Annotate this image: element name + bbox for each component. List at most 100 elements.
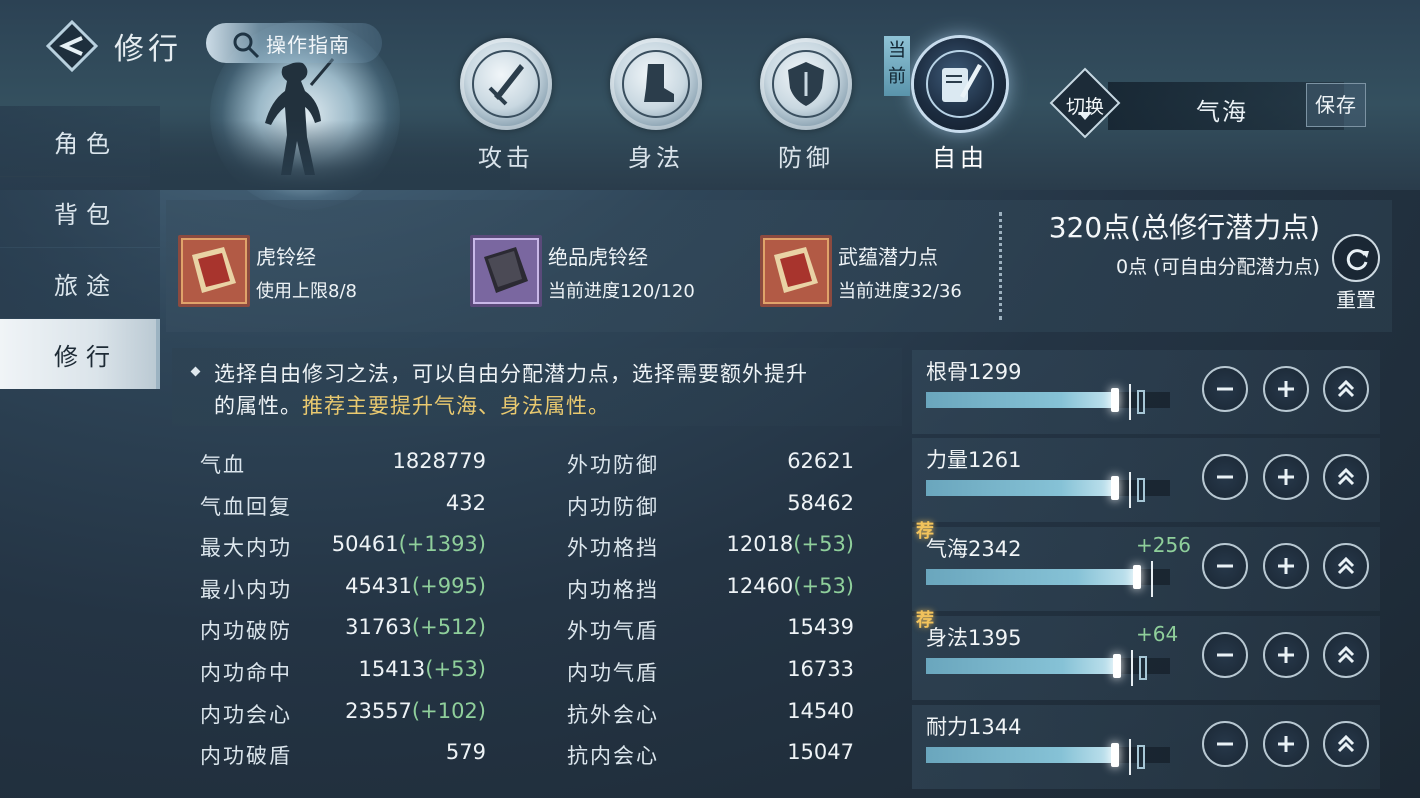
tab-attack[interactable]: 攻击 [456, 38, 556, 173]
scroll-brush-icon [926, 50, 994, 118]
decrease-button[interactable] [1202, 543, 1248, 589]
stat-value: 12018(+53) [726, 532, 854, 557]
minus-icon [1217, 564, 1233, 568]
attribute-slider-handle[interactable] [1137, 390, 1145, 414]
minus-icon [1217, 387, 1233, 391]
stat-name: 外功防御 [567, 453, 659, 477]
reset-button[interactable]: 重置 [1332, 234, 1380, 313]
stat-value: 432 [445, 490, 486, 515]
stat-name: 气血 [200, 453, 246, 477]
book-icon [760, 235, 832, 307]
plan-switcher: 切换 气海 保存 [1048, 67, 1368, 139]
description: 选择自由修习之法，可以自由分配潜力点，选择需要额外提升 的属性。推荐主要提升气海… [172, 348, 902, 426]
attribute-label: 力量1261 [926, 448, 1022, 472]
stat-row: 内功破盾 579 抗内会心 15047 [200, 736, 860, 778]
stat-row: 气血回复 432 内功防御 58462 [200, 487, 860, 529]
attribute-label: 身法1395 [926, 626, 1022, 650]
max-button[interactable] [1323, 366, 1369, 412]
decrease-button[interactable] [1202, 454, 1248, 500]
increase-button[interactable] [1263, 632, 1309, 678]
attribute-label: 根骨1299 [926, 360, 1022, 384]
tab-free[interactable]: 自由 [910, 38, 1010, 173]
minus-icon [1217, 653, 1233, 657]
attribute-slider-handle[interactable] [1137, 478, 1145, 502]
attribute-bonus: +64 [1136, 622, 1179, 646]
shield-icon [772, 50, 840, 118]
stat-name: 最大内功 [200, 536, 292, 561]
book-progress: 使用上限8/8 [256, 281, 357, 302]
stat-name: 内功防御 [567, 494, 659, 519]
stats-table: 气血 1828779 外功防御 62621 气血回复 432 内功防御 5846… [200, 445, 860, 778]
switch-label: 切换 [1066, 96, 1105, 118]
stat-row: 气血 1828779 外功防御 62621 [200, 445, 860, 487]
attribute-slider-handle[interactable] [1137, 745, 1145, 769]
refresh-icon [1346, 249, 1369, 271]
attribute-row: 根骨1299 [912, 350, 1380, 434]
guide-button[interactable]: 操作指南 [206, 23, 382, 63]
attribute-label: 气海2342 [926, 537, 1022, 561]
stat-name: 气血回复 [200, 494, 292, 519]
sidebar-item-cultivation[interactable]: 修行 [0, 319, 160, 389]
magnifier-icon [233, 32, 260, 59]
sidebar-item-character[interactable]: 角色 [0, 106, 160, 176]
double-chevron-up-icon [1337, 379, 1355, 398]
current-tag: 当前 [884, 36, 910, 96]
max-button[interactable] [1323, 543, 1369, 589]
attribute-fill-glow [1133, 565, 1141, 589]
book-name: 虎铃经 [256, 245, 316, 269]
stat-row: 最小内功 45431(+995) 内功格挡 12460(+53) [200, 570, 860, 612]
max-button[interactable] [1323, 632, 1369, 678]
increase-button[interactable] [1263, 543, 1309, 589]
book-name: 武蕴潜力点 [838, 245, 938, 269]
attribute-fill-glow [1111, 388, 1119, 412]
book-icon [178, 235, 250, 307]
tab-attack-label: 攻击 [478, 144, 534, 172]
attribute-limit-marker [1129, 384, 1131, 420]
increase-button[interactable] [1263, 721, 1309, 767]
stat-name: 最小内功 [200, 577, 292, 602]
max-button[interactable] [1323, 721, 1369, 767]
sidebar: 角色 背包 旅途 修行 [0, 106, 160, 390]
stat-name: 内功破盾 [200, 744, 292, 769]
max-button[interactable] [1323, 454, 1369, 500]
back-logo-icon[interactable] [46, 20, 98, 72]
book-icon [470, 235, 542, 307]
stat-value: 15047 [787, 740, 854, 765]
description-text: 的属性。 [214, 394, 302, 418]
attribute-slider-handle[interactable] [1139, 656, 1147, 680]
bullet-icon [190, 366, 201, 377]
plus-icon [1278, 647, 1294, 663]
double-chevron-up-icon [1337, 467, 1355, 486]
stat-value: 58462 [787, 490, 854, 515]
sidebar-item-bag[interactable]: 背包 [0, 177, 160, 247]
stat-value: 23557(+102) [345, 698, 486, 723]
attribute-row: 耐力1344 [912, 705, 1380, 789]
attribute-limit-marker [1151, 561, 1153, 597]
stat-name: 内功命中 [200, 660, 292, 685]
decrease-button[interactable] [1202, 632, 1248, 678]
attribute-fill [926, 392, 1119, 408]
free-potential: 0点 (可自由分配潜力点) [1116, 256, 1320, 278]
increase-button[interactable] [1263, 454, 1309, 500]
tab-agility[interactable]: 身法 [606, 38, 706, 173]
book-progress: 当前进度120/120 [548, 281, 695, 302]
increase-button[interactable] [1263, 366, 1309, 412]
stat-value: 45431(+995) [345, 573, 486, 598]
stat-name: 内功气盾 [567, 660, 659, 685]
tab-agility-label: 身法 [628, 144, 684, 172]
sidebar-item-journey[interactable]: 旅途 [0, 248, 160, 318]
stat-name: 内功格挡 [567, 577, 659, 602]
stat-name: 抗外会心 [567, 702, 659, 727]
attribute-fill-glow [1111, 476, 1119, 500]
attribute-label: 耐力1344 [926, 715, 1022, 739]
tab-defense[interactable]: 防御 [756, 38, 856, 173]
guide-label: 操作指南 [266, 32, 350, 57]
stat-row: 内功破防 31763(+512) 外功气盾 15439 [200, 611, 860, 653]
stat-row: 内功会心 23557(+102) 抗外会心 14540 [200, 695, 860, 737]
plus-icon [1278, 558, 1294, 574]
decrease-button[interactable] [1202, 366, 1248, 412]
save-button[interactable]: 保存 [1306, 83, 1366, 127]
decrease-button[interactable] [1202, 721, 1248, 767]
double-chevron-up-icon [1337, 645, 1355, 664]
stat-name: 内功会心 [200, 702, 292, 727]
